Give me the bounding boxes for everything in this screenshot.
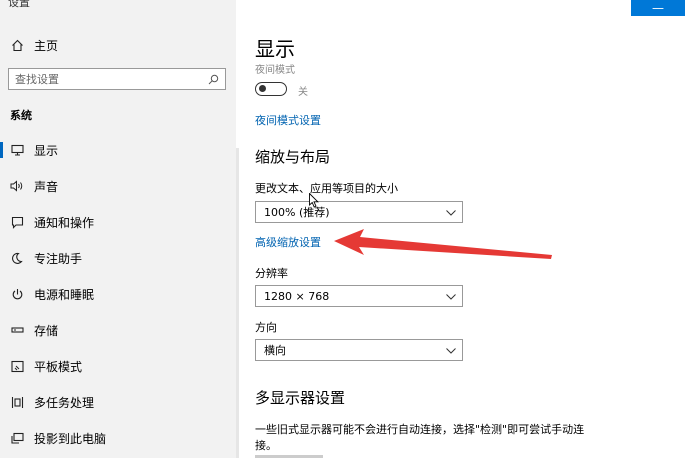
sidebar-item-label: 存储: [34, 323, 59, 338]
orientation-label: 方向: [255, 321, 277, 334]
window-title: 设置: [8, 0, 30, 9]
night-mode-label: 夜间模式: [255, 65, 295, 76]
night-mode-toggle[interactable]: [255, 82, 287, 96]
chevron-down-icon: [446, 290, 456, 303]
advanced-scaling-link[interactable]: 高级缩放设置: [255, 234, 321, 250]
red-arrow-annotation: [334, 229, 552, 259]
night-mode-settings-link[interactable]: 夜间模式设置: [255, 112, 321, 128]
search-box[interactable]: [8, 68, 226, 90]
toggle-knob: [259, 85, 266, 92]
scale-select[interactable]: 100% (推荐): [255, 201, 463, 223]
sidebar-item-project-to-pc[interactable]: 投影到此电脑: [0, 423, 236, 453]
chevron-down-icon: [446, 206, 456, 219]
section-label: 系统: [10, 109, 32, 122]
sidebar-item-home[interactable]: 主页: [0, 30, 236, 60]
minimize-button[interactable]: —: [631, 0, 685, 16]
home-icon: [8, 39, 26, 52]
multi-display-description-line2: 接。: [255, 439, 277, 452]
scale-layout-heading: 缩放与布局: [255, 148, 331, 166]
sidebar-item-focus-assist[interactable]: 专注助手: [0, 243, 236, 273]
sidebar-item-label: 投影到此电脑: [34, 431, 107, 446]
power-icon: [8, 288, 26, 301]
sidebar-scrollbar[interactable]: [236, 148, 239, 458]
mouse-cursor-icon: [309, 192, 319, 212]
sidebar-item-label: 声音: [34, 179, 59, 194]
moon-icon: [8, 252, 26, 265]
multitask-icon: [8, 396, 26, 409]
notification-icon: [8, 216, 26, 229]
tablet-icon: [8, 360, 26, 373]
resolution-select[interactable]: 1280 × 768: [255, 285, 463, 307]
resolution-label: 分辨率: [255, 267, 288, 280]
sidebar-item-display[interactable]: 显示: [0, 135, 236, 165]
resolution-select-value: 1280 × 768: [264, 289, 330, 303]
orientation-select-value: 横向: [264, 344, 286, 357]
orientation-select[interactable]: 横向: [255, 339, 463, 361]
speaker-icon: [8, 180, 26, 192]
sidebar-item-tablet-mode[interactable]: 平板模式: [0, 351, 236, 381]
page-title: 显示: [255, 37, 295, 61]
sidebar-item-power[interactable]: 电源和睡眠: [0, 279, 236, 309]
sidebar-item-sound[interactable]: 声音: [0, 171, 236, 201]
scale-select-value: 100% (推荐): [264, 206, 330, 219]
search-input[interactable]: [15, 72, 195, 86]
sidebar: 设置 主页 系统 显示 声音 通知和操作 专注助手: [0, 0, 236, 458]
multi-display-description-line1: 一些旧式显示器可能不会进行自动连接，选择"检测"即可尝试手动连: [255, 423, 585, 436]
sidebar-item-label: 平板模式: [34, 359, 83, 374]
sidebar-item-label: 显示: [34, 143, 59, 158]
project-icon: [8, 432, 26, 445]
sidebar-item-label: 通知和操作: [34, 215, 95, 230]
search-icon[interactable]: [208, 70, 219, 89]
sidebar-item-label: 多任务处理: [34, 395, 95, 410]
sidebar-item-storage[interactable]: 存储: [0, 315, 236, 345]
storage-icon: [8, 325, 26, 335]
change-size-label: 更改文本、应用等项目的大小: [255, 182, 398, 195]
sidebar-item-label: 主页: [34, 38, 59, 53]
chevron-down-icon: [446, 344, 456, 357]
night-mode-state: 关: [298, 87, 308, 98]
sidebar-item-notifications[interactable]: 通知和操作: [0, 207, 236, 237]
multi-display-heading: 多显示器设置: [255, 389, 346, 407]
sidebar-item-label: 电源和睡眠: [34, 287, 95, 302]
sidebar-item-multitasking[interactable]: 多任务处理: [0, 387, 236, 417]
sidebar-item-label: 专注助手: [34, 251, 83, 266]
monitor-icon: [8, 144, 26, 156]
